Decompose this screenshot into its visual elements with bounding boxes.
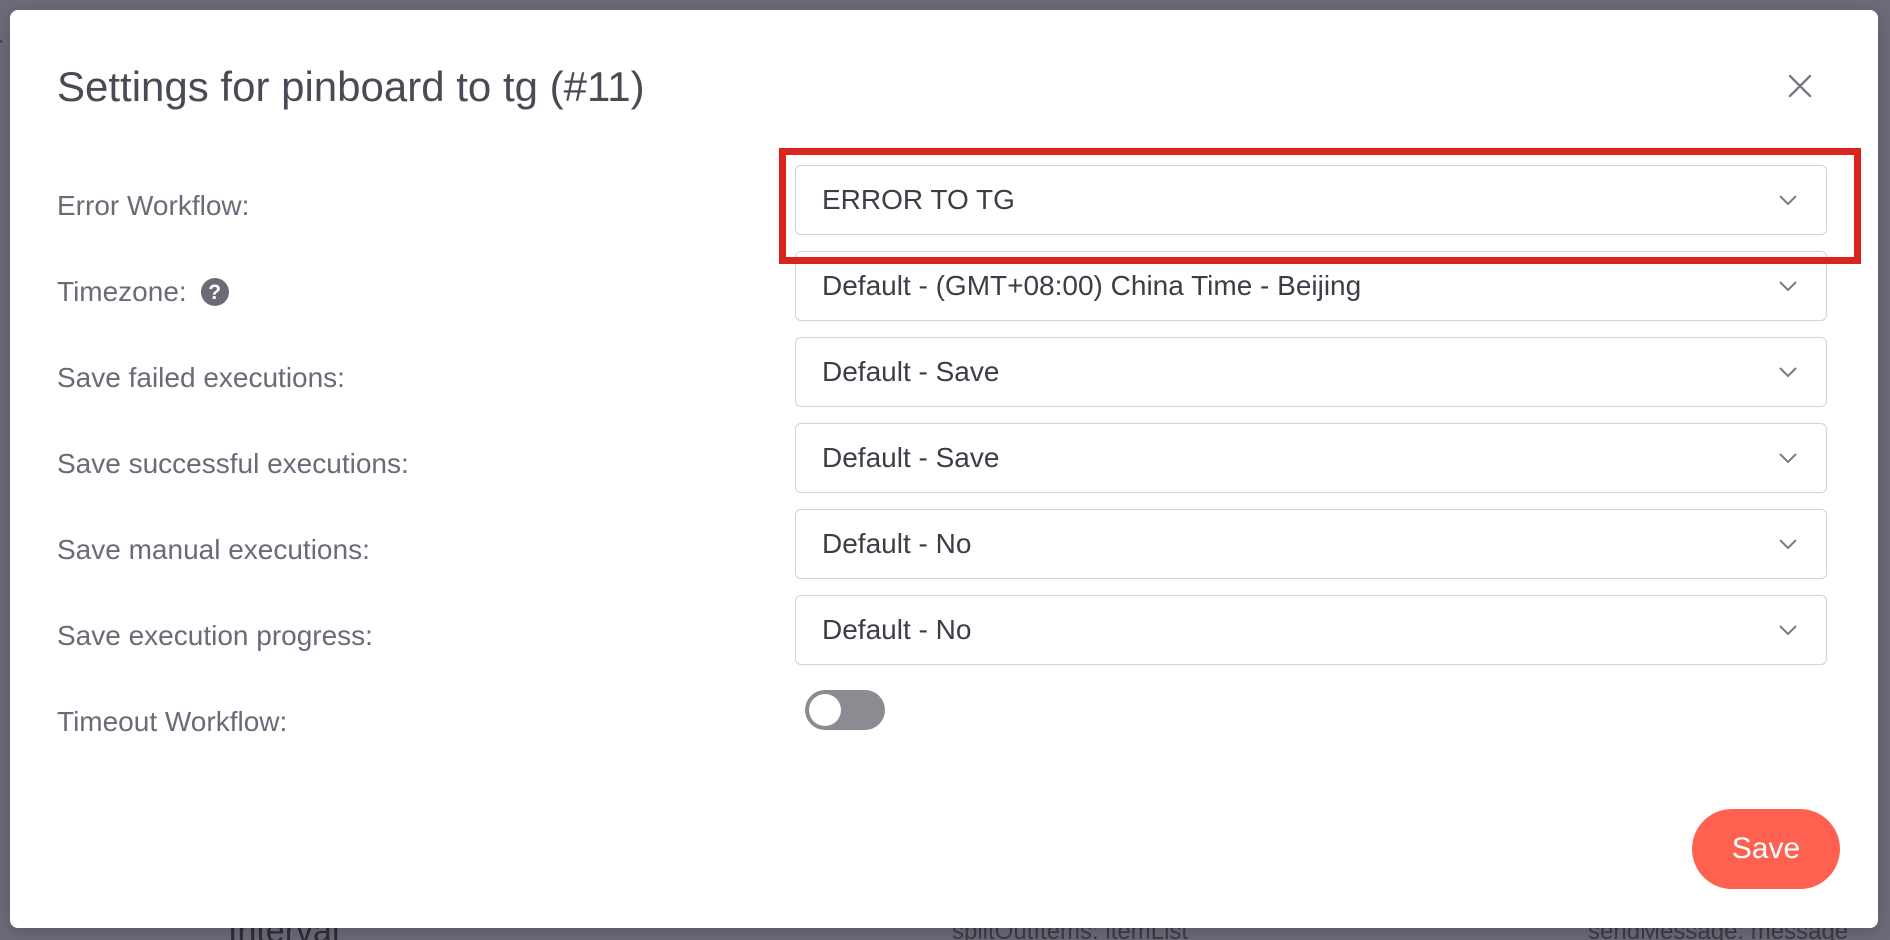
- timeout-workflow-toggle[interactable]: [805, 690, 885, 730]
- error-workflow-select[interactable]: ERROR TO TG: [795, 165, 1827, 235]
- save-failed-executions-value: Default - Save: [822, 356, 1000, 387]
- chevron-down-icon: [1779, 625, 1797, 636]
- save-failed-executions-label: Save failed executions:: [57, 362, 345, 393]
- save-button[interactable]: Save: [1692, 809, 1840, 889]
- timeout-workflow-label: Timeout Workflow:: [57, 706, 288, 737]
- save-successful-executions-label: Save successful executions:: [57, 448, 409, 479]
- save-execution-progress-label: Save execution progress:: [57, 620, 373, 651]
- close-button[interactable]: [1784, 70, 1816, 102]
- save-manual-executions-select[interactable]: Default - No: [795, 509, 1827, 579]
- toggle-knob: [809, 694, 841, 726]
- timezone-value: Default - (GMT+08:00) China Time - Beiji…: [822, 270, 1362, 301]
- canvas-edge-text: r: [0, 30, 3, 61]
- save-manual-executions-value: Default - No: [822, 528, 972, 559]
- chevron-down-icon: [1779, 453, 1797, 464]
- chevron-down-icon: [1779, 367, 1797, 378]
- chevron-down-icon: [1779, 539, 1797, 550]
- timezone-select[interactable]: Default - (GMT+08:00) China Time - Beiji…: [795, 251, 1827, 321]
- timezone-label: Timezone: ?: [57, 276, 229, 308]
- question-circle-icon[interactable]: ?: [200, 278, 229, 306]
- chevron-down-icon: [1779, 281, 1797, 292]
- save-successful-executions-select[interactable]: Default - Save: [795, 423, 1827, 493]
- workflow-settings-dialog: Settings for pinboard to tg (#11) Error …: [10, 10, 1878, 928]
- save-execution-progress-value: Default - No: [822, 614, 972, 645]
- error-workflow-value: ERROR TO TG: [822, 184, 1015, 215]
- save-failed-executions-select[interactable]: Default - Save: [795, 337, 1827, 407]
- chevron-down-icon: [1779, 195, 1797, 206]
- save-manual-executions-label: Save manual executions:: [57, 534, 370, 565]
- close-icon: [1788, 74, 1812, 98]
- error-workflow-label: Error Workflow:: [57, 190, 250, 221]
- save-successful-executions-value: Default - Save: [822, 442, 1000, 473]
- dialog-title: Settings for pinboard to tg (#11): [57, 63, 645, 110]
- save-execution-progress-select[interactable]: Default - No: [795, 595, 1827, 665]
